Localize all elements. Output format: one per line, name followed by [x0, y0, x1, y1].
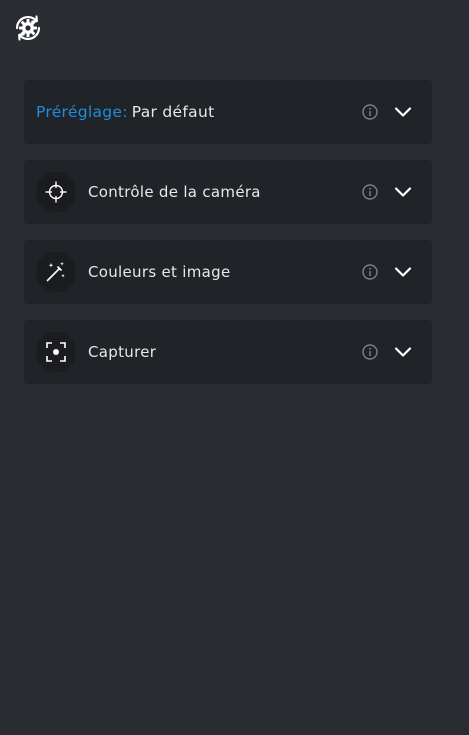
capture-label: Capturer	[88, 343, 157, 361]
info-icon[interactable]	[362, 344, 378, 360]
preset-label: Préréglage: Par défaut	[36, 103, 214, 121]
capture-panel[interactable]: Capturer	[24, 320, 432, 384]
capture-focus-icon	[46, 342, 66, 362]
camera-control-label: Contrôle de la caméra	[88, 183, 261, 201]
colors-image-icon-badge	[36, 252, 76, 292]
info-icon[interactable]	[362, 264, 378, 280]
info-icon[interactable]	[362, 104, 378, 120]
settings-panels: Préréglage: Par défaut Contrôle de la ca…	[24, 80, 432, 400]
crosshair-icon	[45, 181, 67, 203]
chevron-down-icon[interactable]	[394, 264, 412, 280]
camera-control-panel[interactable]: Contrôle de la caméra	[24, 160, 432, 224]
preset-value: Par défaut	[131, 103, 215, 121]
capture-icon-badge	[36, 332, 76, 372]
magic-wand-icon	[46, 262, 65, 282]
camera-control-icon-badge	[36, 172, 76, 212]
chevron-down-icon[interactable]	[394, 344, 412, 360]
gear-sync-icon	[15, 15, 41, 41]
info-icon[interactable]	[362, 184, 378, 200]
colors-image-panel[interactable]: Couleurs et image	[24, 240, 432, 304]
preset-panel[interactable]: Préréglage: Par défaut	[24, 80, 432, 144]
preset-key: Préréglage:	[36, 103, 128, 121]
camera-settings-app: Préréglage: Par défaut Contrôle de la ca…	[0, 0, 469, 735]
colors-image-label: Couleurs et image	[88, 263, 231, 281]
chevron-down-icon[interactable]	[394, 104, 412, 120]
sync-settings-button[interactable]	[12, 12, 44, 44]
chevron-down-icon[interactable]	[394, 184, 412, 200]
